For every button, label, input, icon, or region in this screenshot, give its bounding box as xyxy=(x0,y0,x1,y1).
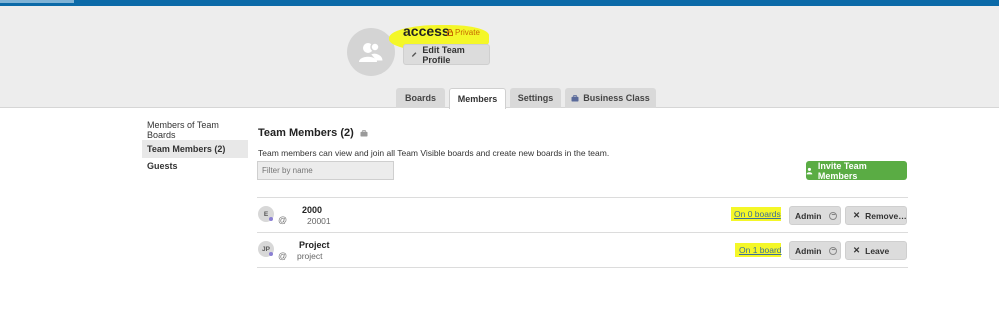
team-members-description: Team members can view and join all Team … xyxy=(258,148,610,158)
briefcase-icon xyxy=(571,94,579,101)
member-name[interactable]: Project xyxy=(299,240,330,250)
edit-team-profile-button[interactable]: Edit Team Profile xyxy=(403,44,490,65)
lock-icon xyxy=(447,29,453,36)
tab-boards-label: Boards xyxy=(404,93,436,103)
minus-circle-icon: − xyxy=(829,246,838,255)
close-icon: ✕ xyxy=(853,245,861,255)
invite-team-members-button[interactable]: Invite Team Members xyxy=(806,160,907,181)
tab-members-label: Members xyxy=(457,94,498,104)
edit-team-profile-label: Edit Team Profile xyxy=(422,44,465,65)
filter-by-name-input[interactable] xyxy=(257,161,394,180)
tab-boards[interactable]: Boards xyxy=(396,88,445,108)
member-username: 20001 xyxy=(307,216,331,226)
sidebar-item-guests[interactable]: Guests xyxy=(142,157,248,175)
close-icon: ✕ xyxy=(853,210,861,220)
divider xyxy=(257,267,908,268)
team-name: access xyxy=(403,23,450,39)
sidebar-item-label: Team Members (2) xyxy=(147,144,226,154)
privacy-label: Private xyxy=(455,28,480,37)
member-boards-link[interactable]: On 0 boards xyxy=(734,209,781,219)
remove-member-label: Remove… xyxy=(865,210,907,221)
member-name[interactable]: 2000 xyxy=(302,205,322,215)
briefcase-icon xyxy=(360,129,368,136)
admin-role-button[interactable]: Admin − xyxy=(789,206,841,225)
sidebar-item-members-of-team-boards[interactable]: Members of Team Boards xyxy=(142,120,248,140)
sidebar-item-label: Members of Team Boards xyxy=(147,120,219,140)
team-members-heading: Team Members (2) xyxy=(258,127,368,139)
member-username: project xyxy=(297,251,323,261)
member-status-dot xyxy=(269,252,273,256)
add-person-icon xyxy=(806,167,813,174)
divider xyxy=(257,197,908,198)
team-header: access Private Edit Team Profile Boards … xyxy=(0,6,999,109)
avatar-initials: E xyxy=(263,210,269,218)
invite-team-members-label: Invite Team Members xyxy=(817,160,867,181)
leave-team-button[interactable]: ✕ Leave xyxy=(845,241,907,260)
member-status-dot xyxy=(269,217,273,221)
top-bar-tab[interactable] xyxy=(0,0,74,3)
tab-settings[interactable]: Settings xyxy=(510,88,561,108)
at-symbol: @ xyxy=(278,215,288,225)
leave-team-label: Leave xyxy=(865,245,890,256)
admin-role-label: Admin xyxy=(795,210,822,221)
divider xyxy=(257,232,908,233)
minus-circle-icon: − xyxy=(829,211,838,220)
sidebar-item-team-members[interactable]: Team Members (2) xyxy=(142,140,248,158)
tab-business-class[interactable]: Business Class xyxy=(565,88,656,108)
tab-settings-label: Settings xyxy=(517,93,554,103)
member-boards-link[interactable]: On 1 board xyxy=(739,245,782,255)
admin-role-label: Admin xyxy=(795,245,822,256)
team-people-icon xyxy=(359,42,384,62)
sidebar-item-label: Guests xyxy=(147,161,178,171)
team-avatar xyxy=(347,28,395,76)
at-symbol: @ xyxy=(278,251,288,261)
team-members-title: Team Members (2) xyxy=(258,127,354,139)
privacy-badge[interactable]: Private xyxy=(447,28,480,37)
admin-role-button[interactable]: Admin − xyxy=(789,241,841,260)
remove-member-button[interactable]: ✕ Remove… xyxy=(845,206,907,225)
tab-members[interactable]: Members xyxy=(449,88,506,109)
tab-business-class-label: Business Class xyxy=(583,93,650,103)
pencil-icon xyxy=(411,52,417,57)
